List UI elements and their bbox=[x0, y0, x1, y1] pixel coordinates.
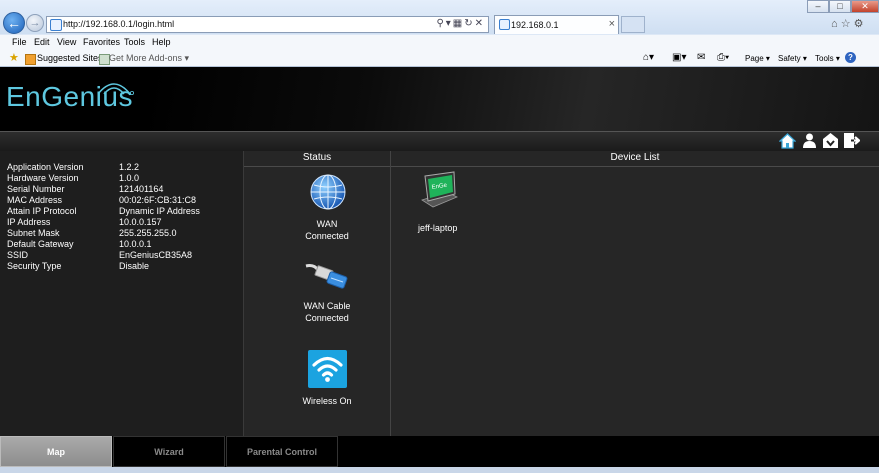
new-tab-button[interactable] bbox=[621, 16, 645, 33]
device-list-header: Device List bbox=[391, 151, 879, 167]
close-window-button[interactable]: ✕ bbox=[851, 0, 879, 13]
header-decoration bbox=[150, 67, 879, 131]
info-label: Attain IP Protocol bbox=[7, 206, 77, 216]
menu-edit[interactable]: Edit bbox=[34, 37, 50, 47]
info-value: Dynamic IP Address bbox=[119, 206, 200, 216]
device-list-panel bbox=[391, 151, 879, 436]
page-icon bbox=[50, 19, 62, 31]
taskbar-strip bbox=[0, 467, 879, 473]
address-url[interactable]: http://192.168.0.1/login.html bbox=[63, 19, 174, 29]
info-value: 255.255.255.0 bbox=[119, 228, 177, 238]
cable-label: WAN Cable bbox=[303, 301, 351, 311]
info-label: Serial Number bbox=[7, 184, 65, 194]
home-icon[interactable] bbox=[779, 132, 796, 149]
home-toolbar-icon[interactable]: ⌂▾ bbox=[643, 52, 654, 63]
mail-icon[interactable]: ✉ bbox=[697, 52, 705, 63]
browser-right-icons: ⌂ ☆ ⚙ bbox=[831, 17, 864, 30]
get-more-addons-link[interactable]: Get More Add-ons ▾ bbox=[109, 53, 189, 64]
info-value: 10.0.0.1 bbox=[119, 239, 152, 249]
info-value: 1.2.2 bbox=[119, 162, 140, 172]
tools-menu[interactable]: Tools ▾ bbox=[815, 54, 840, 63]
info-label: IP Address bbox=[7, 217, 51, 227]
address-bar[interactable]: http://192.168.0.1/login.html ⚲▾▦↻✕ bbox=[46, 16, 489, 33]
print-icon[interactable]: ⎙▾ bbox=[717, 52, 729, 63]
wan-status-label: WAN Connected bbox=[254, 218, 400, 242]
menu-tools[interactable]: Tools bbox=[124, 37, 145, 47]
menu-favorites[interactable]: Favorites bbox=[83, 37, 120, 47]
wan-label: WAN bbox=[316, 219, 338, 229]
page-toolbar bbox=[0, 131, 879, 152]
home-icon[interactable]: ⌂ bbox=[831, 18, 838, 30]
menu-view[interactable]: View bbox=[57, 37, 76, 47]
info-label: SSID bbox=[7, 250, 29, 260]
suggested-sites-link[interactable]: Suggested Sites bbox=[37, 53, 103, 63]
wireless-status-label: Wireless On bbox=[302, 396, 352, 406]
info-value: EnGeniusCB35A8 bbox=[119, 250, 193, 260]
wan-cable-icon bbox=[305, 264, 348, 289]
cable-status-label: WAN Cable Connected bbox=[254, 300, 400, 324]
menu-help[interactable]: Help bbox=[152, 37, 171, 47]
settings-gear-icon[interactable]: ⚙ bbox=[854, 18, 864, 30]
favorites-star-icon[interactable]: ☆ bbox=[841, 18, 851, 30]
back-arrow-icon: ← bbox=[7, 15, 21, 31]
status-header: Status bbox=[244, 151, 390, 167]
tab-page-icon bbox=[499, 19, 510, 30]
cable-state: Connected bbox=[305, 313, 349, 323]
tab-parental-control[interactable]: Parental Control bbox=[226, 436, 338, 467]
info-label: MAC Address bbox=[7, 195, 63, 205]
feeds-icon[interactable]: ▣▾ bbox=[672, 52, 686, 63]
tab-close-icon[interactable]: × bbox=[609, 18, 615, 30]
window-controls: – □ ✕ bbox=[807, 0, 879, 13]
help-icon[interactable]: ? bbox=[845, 52, 856, 63]
minimize-button[interactable]: – bbox=[807, 0, 829, 13]
page-menu[interactable]: Page ▾ bbox=[745, 54, 770, 63]
info-label: Hardware Version bbox=[7, 173, 79, 183]
safety-menu[interactable]: Safety ▾ bbox=[778, 54, 807, 63]
tab-title: 192.168.0.1 bbox=[511, 20, 559, 30]
menu-file[interactable]: File bbox=[12, 37, 27, 47]
suggested-sites-icon bbox=[25, 54, 36, 65]
favorites-bar: ★ Suggested Sites Get More Add-ons ▾ ⌂▾ … bbox=[0, 50, 879, 67]
firmware-upgrade-icon[interactable] bbox=[822, 132, 839, 149]
info-label: Subnet Mask bbox=[7, 228, 60, 238]
tab-map[interactable]: Map bbox=[0, 436, 112, 467]
device-name: jeff-laptop bbox=[418, 223, 458, 233]
forward-arrow-icon: → bbox=[29, 17, 41, 29]
admin-user-icon[interactable] bbox=[801, 132, 818, 149]
browser-tab[interactable]: 192.168.0.1 × bbox=[494, 15, 619, 34]
wan-globe-icon bbox=[310, 174, 346, 210]
info-value: 1.0.0 bbox=[119, 173, 140, 183]
logo-wifi-arc-icon bbox=[97, 83, 135, 95]
favorites-star-icon[interactable]: ★ bbox=[9, 51, 19, 64]
info-value: Disable bbox=[119, 261, 150, 271]
logout-icon[interactable] bbox=[843, 132, 860, 149]
back-button[interactable]: ← bbox=[3, 12, 25, 34]
wireless-icon bbox=[308, 350, 347, 388]
maximize-button[interactable]: □ bbox=[829, 0, 851, 13]
info-label: Application Version bbox=[7, 162, 84, 172]
menu-bar: File Edit View Favorites Tools Help bbox=[0, 35, 879, 50]
info-value: 121401164 bbox=[119, 184, 164, 194]
tab-wizard[interactable]: Wizard bbox=[113, 436, 225, 467]
forward-button[interactable]: → bbox=[26, 14, 44, 32]
laptop-icon: EnGe bbox=[421, 171, 458, 208]
info-value: 00:02:6F:CB:31:C8 bbox=[119, 195, 197, 205]
device-item[interactable]: EnGe jeff-laptop bbox=[413, 168, 463, 236]
info-label: Default Gateway bbox=[7, 239, 74, 249]
wan-state: Connected bbox=[305, 231, 349, 241]
info-value: 10.0.0.157 bbox=[119, 217, 162, 227]
address-tools-icon[interactable]: ⚲▾▦↻✕ bbox=[436, 18, 485, 29]
info-label: Security Type bbox=[7, 261, 62, 271]
